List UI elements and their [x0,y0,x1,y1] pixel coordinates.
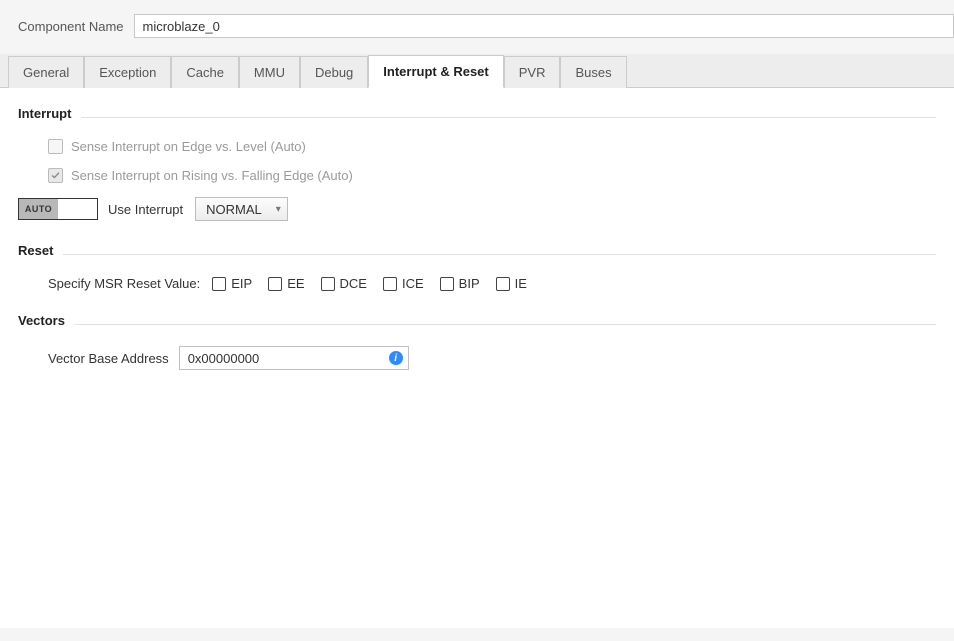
checkbox-icon [268,277,282,291]
tab-interrupt-reset[interactable]: Interrupt & Reset [368,55,503,88]
divider [81,117,936,118]
checkbox-icon [321,277,335,291]
use-interrupt-label: Use Interrupt [108,202,183,217]
tab-exception[interactable]: Exception [84,56,171,88]
info-icon[interactable]: i [389,351,403,365]
checkbox-icon [496,277,510,291]
msr-flag-eip[interactable]: EIP [212,276,252,291]
tab-cache[interactable]: Cache [171,56,239,88]
msr-flag-label: EE [287,276,304,291]
checkbox-icon [383,277,397,291]
divider [75,324,936,325]
auto-toggle-on: AUTO [19,199,58,219]
auto-toggle[interactable]: AUTO [18,198,98,220]
checkbox-icon [440,277,454,291]
sense-edge-label: Sense Interrupt on Edge vs. Level (Auto) [71,139,306,154]
msr-flag-dce[interactable]: DCE [321,276,367,291]
tab-debug[interactable]: Debug [300,56,368,88]
sense-rising-label: Sense Interrupt on Rising vs. Falling Ed… [71,168,353,183]
component-name-input[interactable] [134,14,954,38]
msr-flag-label: ICE [402,276,424,291]
divider [63,254,936,255]
msr-flag-label: BIP [459,276,480,291]
tabs-bar: GeneralExceptionCacheMMUDebugInterrupt &… [0,54,954,88]
msr-flag-label: EIP [231,276,252,291]
use-interrupt-value: NORMAL [206,202,262,217]
reset-section-title: Reset [18,243,53,262]
msr-flag-ee[interactable]: EE [268,276,304,291]
auto-toggle-off [58,199,97,219]
tab-general[interactable]: General [8,56,84,88]
vector-base-label: Vector Base Address [48,351,169,366]
sense-rising-checkbox[interactable] [48,168,63,183]
interrupt-section-title: Interrupt [18,106,71,125]
component-name-label: Component Name [18,19,124,34]
chevron-down-icon: ▾ [276,204,281,215]
msr-flag-ie[interactable]: IE [496,276,527,291]
msr-reset-label: Specify MSR Reset Value: [48,276,200,291]
use-interrupt-select[interactable]: NORMAL ▾ [195,197,288,221]
vectors-section-title: Vectors [18,313,65,332]
msr-flag-bip[interactable]: BIP [440,276,480,291]
checkbox-icon [212,277,226,291]
msr-flag-label: IE [515,276,527,291]
vector-base-input[interactable] [179,346,409,370]
tab-pvr[interactable]: PVR [504,56,561,88]
tab-mmu[interactable]: MMU [239,56,300,88]
sense-edge-checkbox[interactable] [48,139,63,154]
msr-flag-label: DCE [340,276,367,291]
tab-buses[interactable]: Buses [560,56,626,88]
msr-flag-ice[interactable]: ICE [383,276,424,291]
